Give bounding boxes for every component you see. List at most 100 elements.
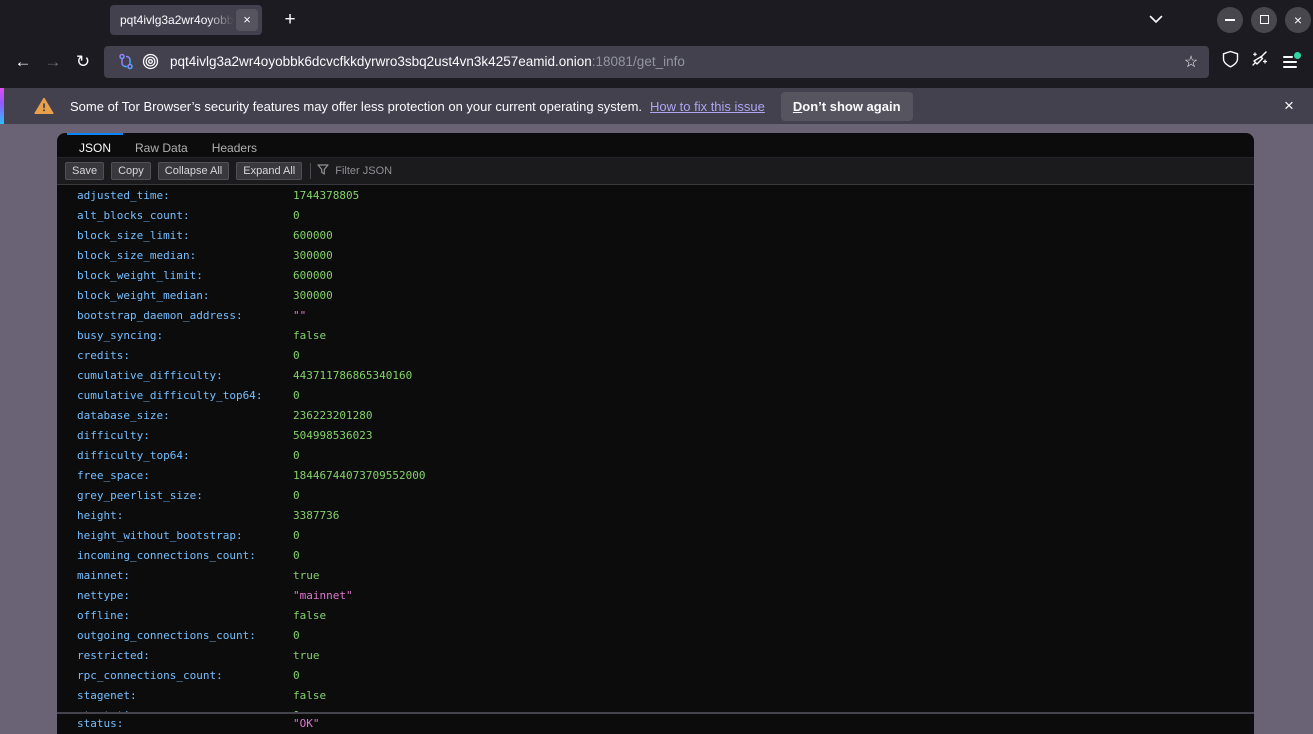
copy-button[interactable]: Copy [111,162,151,180]
json-row[interactable]: block_weight_median300000 [57,286,1254,306]
json-key: difficulty_top64 [77,446,293,466]
back-button[interactable]: ← [8,47,38,77]
json-row[interactable]: stagenetfalse [57,686,1254,706]
dont-show-again-button[interactable]: Don’t show again [781,92,913,121]
tab-raw-data[interactable]: Raw Data [123,133,200,157]
infobar-close-button[interactable]: × [1277,94,1301,118]
json-key: block_weight_median [77,286,293,306]
tab-json[interactable]: JSON [67,133,123,157]
new-tab-button[interactable]: + [276,6,304,34]
json-row[interactable]: alt_blocks_count0 [57,206,1254,226]
new-identity-button[interactable] [1245,47,1275,77]
json-row[interactable]: status"OK" [57,714,1254,734]
json-row[interactable]: free_space18446744073709552000 [57,466,1254,486]
json-row[interactable]: cumulative_difficulty_top640 [57,386,1254,406]
json-value: true [293,646,320,666]
navigation-toolbar: ← → ↻ [0,39,1313,84]
expand-all-button[interactable]: Expand All [236,162,302,180]
browser-tab[interactable]: pqt4ivlg3a2wr4oyobbk6d × [110,5,262,35]
json-row[interactable]: height3387736 [57,506,1254,526]
chevron-down-icon [1149,11,1163,29]
window-maximize-button[interactable] [1251,7,1277,33]
json-key: status [77,714,293,734]
reload-button[interactable]: ↻ [68,47,98,77]
tab-bar: pqt4ivlg3a2wr4oyobbk6d × + × [0,0,1313,39]
json-row[interactable]: cumulative_difficulty443711786865340160 [57,366,1254,386]
json-value: 600000 [293,266,333,286]
json-row[interactable]: grey_peerlist_size0 [57,486,1254,506]
onion-site-icon[interactable] [138,50,162,74]
json-key: block_size_median [77,246,293,266]
json-row[interactable]: height_without_bootstrap0 [57,526,1254,546]
json-row[interactable]: nettype"mainnet" [57,586,1254,606]
json-row[interactable]: mainnettrue [57,566,1254,586]
json-value: "mainnet" [293,586,353,606]
json-key: difficulty [77,426,293,446]
json-key: nettype [77,586,293,606]
json-key: height_without_bootstrap [77,526,293,546]
json-key: cumulative_difficulty_top64 [77,386,293,406]
url-bar[interactable]: pqt4ivlg3a2wr4oyobbk6dcvcfkkdyrwro3sbq2u… [104,46,1209,78]
json-value: "" [293,306,306,326]
json-row[interactable]: credits0 [57,346,1254,366]
json-row[interactable]: incoming_connections_count0 [57,546,1254,566]
json-row[interactable]: offlinefalse [57,606,1254,626]
url-text[interactable]: pqt4ivlg3a2wr4oyobbk6dcvcfkkdyrwro3sbq2u… [170,54,685,69]
json-rows: adjusted_time1744378805alt_blocks_count0… [57,185,1254,712]
infobar-fix-link[interactable]: How to fix this issue [650,99,765,114]
collapse-all-button[interactable]: Collapse All [158,162,229,180]
json-value: 443711786865340160 [293,366,412,386]
window-close-button[interactable]: × [1285,7,1311,33]
json-value: 600000 [293,226,333,246]
partially-visible-row[interactable]: status"OK" [57,714,1254,734]
json-key: stagenet [77,686,293,706]
url-port-path: :18081/get_info [592,54,685,69]
star-icon: ☆ [1184,52,1198,72]
json-viewer-toolbar: Save Copy Collapse All Expand All [57,158,1254,185]
save-button[interactable]: Save [65,162,104,180]
forward-button[interactable]: → [38,47,68,77]
json-key: adjusted_time [77,186,293,206]
json-key: free_space [77,466,293,486]
json-value: 0 [293,526,300,546]
json-value: 0 [293,666,300,686]
json-key: height [77,506,293,526]
json-row[interactable]: block_weight_limit600000 [57,266,1254,286]
json-row[interactable]: block_size_limit600000 [57,226,1254,246]
tab-headers[interactable]: Headers [200,133,269,157]
bookmark-button[interactable]: ☆ [1179,50,1203,74]
json-value: 0 [293,546,300,566]
json-value: 0 [293,486,300,506]
json-row[interactable]: difficulty_top640 [57,446,1254,466]
json-value: false [293,686,326,706]
json-row[interactable]: bootstrap_daemon_address"" [57,306,1254,326]
json-row[interactable]: restrictedtrue [57,646,1254,666]
json-row[interactable]: adjusted_time1744378805 [57,186,1254,206]
json-row[interactable]: database_size236223201280 [57,406,1254,426]
list-tabs-button[interactable] [1141,6,1171,34]
json-value: 300000 [293,286,333,306]
security-level-button[interactable] [1215,47,1245,77]
json-key: busy_syncing [77,326,293,346]
json-row[interactable]: busy_syncingfalse [57,326,1254,346]
window-minimize-button[interactable] [1217,7,1243,33]
json-value: false [293,326,326,346]
json-row[interactable]: block_size_median300000 [57,246,1254,266]
tab-close-icon[interactable]: × [236,9,258,31]
json-key: incoming_connections_count [77,546,293,566]
json-value: 300000 [293,246,333,266]
browser-window: pqt4ivlg3a2wr4oyobbk6d × + × ← → ↻ [0,0,1313,734]
dont-show-again-label: Don’t show again [793,99,901,114]
json-key: credits [77,346,293,366]
tor-circuit-icon[interactable] [114,50,138,74]
json-row[interactable]: rpc_connections_count0 [57,666,1254,686]
app-menu-button[interactable] [1275,47,1305,77]
json-value: 1744378805 [293,186,359,206]
filter-funnel-icon [317,162,329,180]
toolbar-separator [310,163,311,179]
filter-json-input[interactable] [335,165,535,177]
json-row[interactable]: outgoing_connections_count0 [57,626,1254,646]
json-row[interactable]: difficulty504998536023 [57,426,1254,446]
json-value: 18446744073709552000 [293,466,425,486]
json-value: 0 [293,626,300,646]
